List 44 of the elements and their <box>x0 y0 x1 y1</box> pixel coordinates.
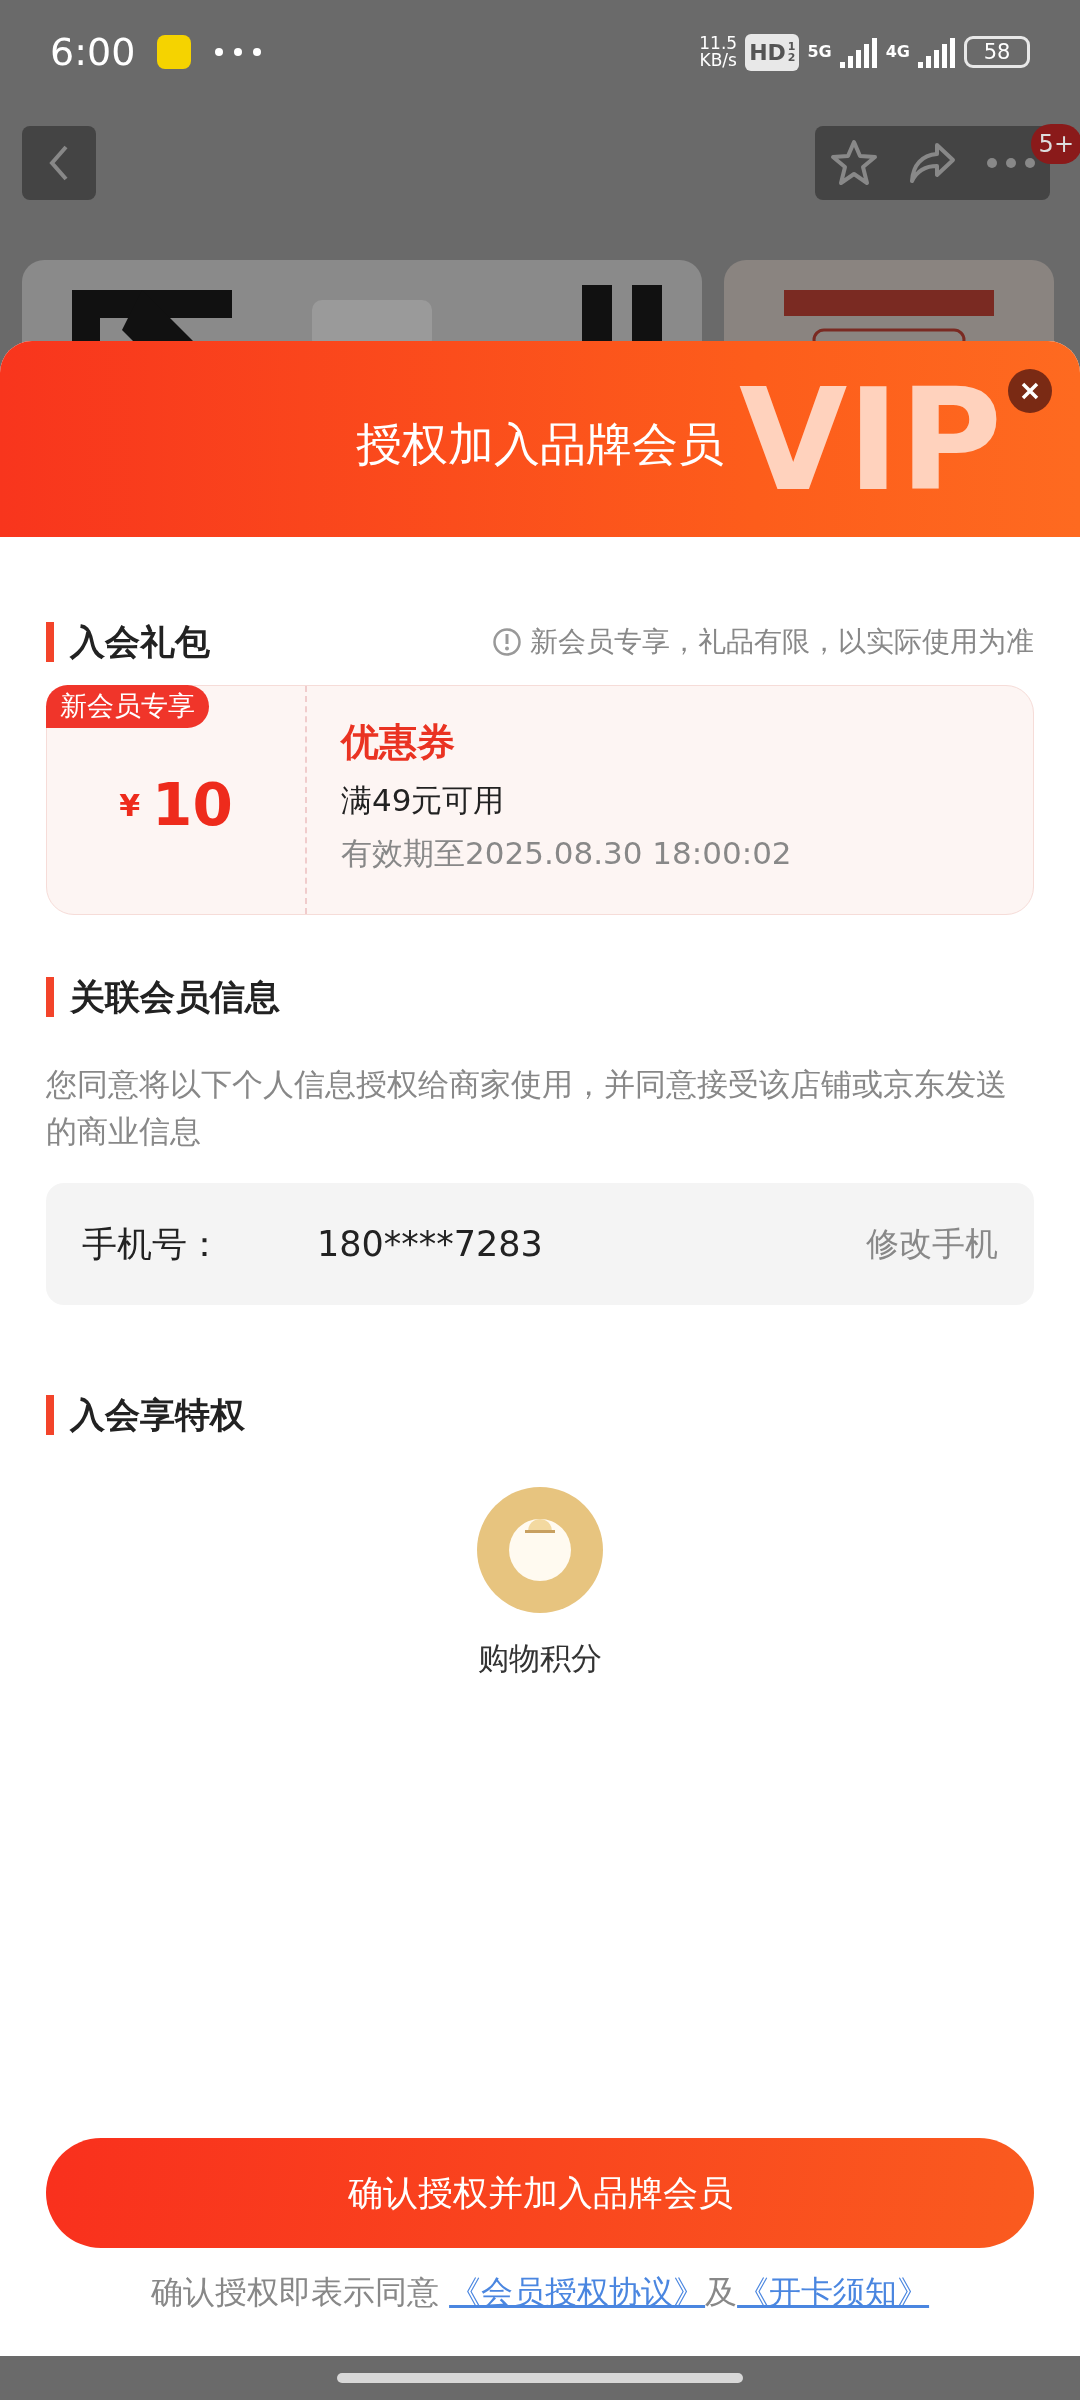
signal-icon <box>839 36 878 68</box>
back-icon <box>48 144 70 182</box>
coupon-condition: 满49元可用 <box>341 781 506 820</box>
network-label: 4G <box>885 44 910 60</box>
change-phone-link[interactable]: 修改手机 <box>866 1219 998 1269</box>
app-icon <box>157 35 192 69</box>
notification-badge: 5+ <box>1030 124 1080 164</box>
coupon-name: 优惠券 <box>341 719 456 766</box>
close-icon <box>1020 381 1040 401</box>
agreement-link[interactable]: 《会员授权协议》 <box>449 2273 706 2311</box>
share-button[interactable] <box>907 141 958 185</box>
share-icon <box>907 141 958 185</box>
signal-icon <box>918 36 956 68</box>
currency-sign: ¥ <box>119 786 141 825</box>
privilege-label: 购物积分 <box>478 1639 602 1678</box>
status-time: 6:00 <box>50 28 136 76</box>
back-button[interactable] <box>22 126 96 200</box>
battery-icon: 58 <box>964 36 1030 68</box>
net-unit: KB/s <box>699 52 738 69</box>
more-icon <box>985 157 1036 169</box>
section-title: 关联会员信息 <box>46 977 280 1017</box>
sheet-title: 授权加入品牌会员 <box>356 415 724 473</box>
phone-number: 180****7283 <box>317 1222 544 1266</box>
more-icon <box>213 46 264 58</box>
vip-watermark: VIP <box>738 371 1002 511</box>
section-title: 入会礼包 <box>46 622 210 662</box>
net-speed: 11.5 <box>699 35 738 52</box>
consent-text: 您同意将以下个人信息授权给商家使用，并同意接受该店铺或京东发送的商业信息 <box>46 1065 1008 1151</box>
gift-note: 新会员专享，礼品有限，以实际使用为准 <box>530 624 1034 660</box>
coin-icon <box>477 1487 603 1613</box>
close-button[interactable] <box>1008 369 1052 413</box>
confirm-button[interactable]: 确认授权并加入品牌会员 <box>46 2138 1034 2248</box>
coupon-tag: 新会员专享 <box>46 685 209 728</box>
section-title: 入会享特权 <box>46 1395 245 1435</box>
more-button[interactable] <box>985 157 1036 169</box>
star-icon <box>829 139 880 187</box>
coupon-validity: 有效期至2025.08.30 18:00:02 <box>341 833 792 873</box>
info-icon <box>492 627 522 657</box>
phone-label: 手机号： <box>82 1222 223 1266</box>
network-label: 5G <box>807 44 832 60</box>
agreement-text: 确认授权即表示同意 《会员授权协议》及《开卡须知》 <box>149 2272 931 2313</box>
agreement-link[interactable]: 《开卡须知》 <box>737 2273 930 2311</box>
star-button[interactable] <box>829 139 880 187</box>
coupon-amount: 10 <box>152 769 233 841</box>
